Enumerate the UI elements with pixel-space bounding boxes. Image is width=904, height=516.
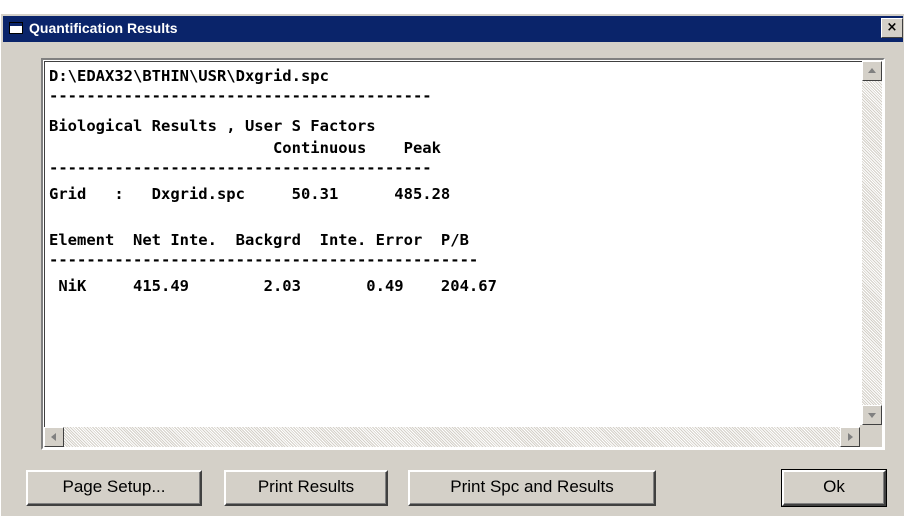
results-line-element-row: NiK 415.49 2.03 0.49 204.67 (49, 277, 497, 295)
arrow-down-icon (868, 413, 876, 418)
scroll-right-button[interactable] (840, 427, 860, 447)
arrow-left-icon (51, 433, 56, 441)
arrow-up-icon (868, 68, 876, 73)
window-title: Quantification Results (29, 20, 178, 36)
print-spc-and-results-button[interactable]: Print Spc and Results (408, 470, 656, 506)
print-results-button[interactable]: Print Results (224, 470, 388, 506)
results-text-area[interactable]: D:\EDAX32\BTHIN\USR\Dxgrid.spc ---------… (41, 58, 885, 450)
results-line-grid-values: Grid : Dxgrid.spc 50.31 485.28 (49, 185, 451, 203)
scrollbar-corner (860, 425, 882, 447)
page-setup-button[interactable]: Page Setup... (26, 470, 202, 506)
close-button[interactable]: × (881, 18, 903, 38)
scroll-left-button[interactable] (44, 427, 64, 447)
window-icon (9, 22, 23, 34)
quantification-results-window: Quantification Results × D:\EDAX32\BTHIN… (0, 14, 904, 516)
scroll-up-button[interactable] (862, 61, 882, 81)
scroll-down-button[interactable] (862, 405, 882, 425)
results-line-file-path: D:\EDAX32\BTHIN\USR\Dxgrid.spc (49, 67, 329, 85)
results-line-grid-header: Continuous Peak (49, 139, 441, 157)
results-line-mode: Biological Results , User S Factors (49, 117, 376, 135)
horizontal-scrollbar[interactable] (44, 427, 860, 447)
results-line-element-header: Element Net Inte. Backgrd Inte. Error P/… (49, 231, 469, 249)
title-bar[interactable]: Quantification Results × (3, 16, 903, 42)
ok-button[interactable]: Ok (781, 469, 887, 507)
vertical-scrollbar[interactable] (862, 61, 882, 425)
results-content: D:\EDAX32\BTHIN\USR\Dxgrid.spc ---------… (49, 66, 849, 406)
results-line-separator: ----------------------------------------… (49, 159, 432, 177)
arrow-right-icon (848, 433, 853, 441)
results-line-separator: ----------------------------------------… (49, 251, 479, 269)
results-line-separator: ----------------------------------------… (49, 87, 432, 105)
